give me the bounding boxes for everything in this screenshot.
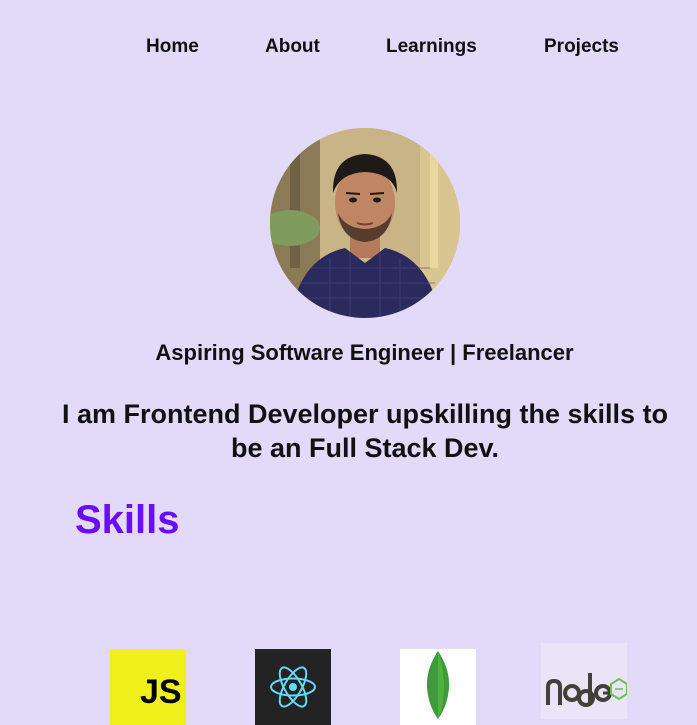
- profile-avatar: [270, 128, 460, 318]
- skill-mongodb: [400, 649, 476, 725]
- skills-heading: Skills: [75, 498, 180, 542]
- nodejs-logo-icon: [546, 673, 627, 707]
- intro-statement: I am Frontend Developer upskilling the s…: [61, 399, 669, 463]
- skill-nodejs: [541, 643, 627, 719]
- skill-javascript: JS: [110, 649, 186, 725]
- react-logo-icon: [270, 666, 316, 708]
- nav-link-about[interactable]: About: [265, 36, 320, 58]
- nav-link-learnings[interactable]: Learnings: [386, 36, 477, 58]
- nav-link-projects[interactable]: Projects: [544, 36, 619, 58]
- javascript-logo-icon: JS: [140, 673, 182, 711]
- skill-react: [255, 649, 331, 725]
- mongodb-logo-icon: [426, 651, 450, 719]
- profile-photo-icon: [270, 128, 460, 318]
- top-navigation: Home About Learnings Projects: [0, 36, 697, 60]
- nav-link-home[interactable]: Home: [146, 36, 199, 58]
- profile-tagline: Aspiring Software Engineer | Freelancer: [155, 340, 574, 365]
